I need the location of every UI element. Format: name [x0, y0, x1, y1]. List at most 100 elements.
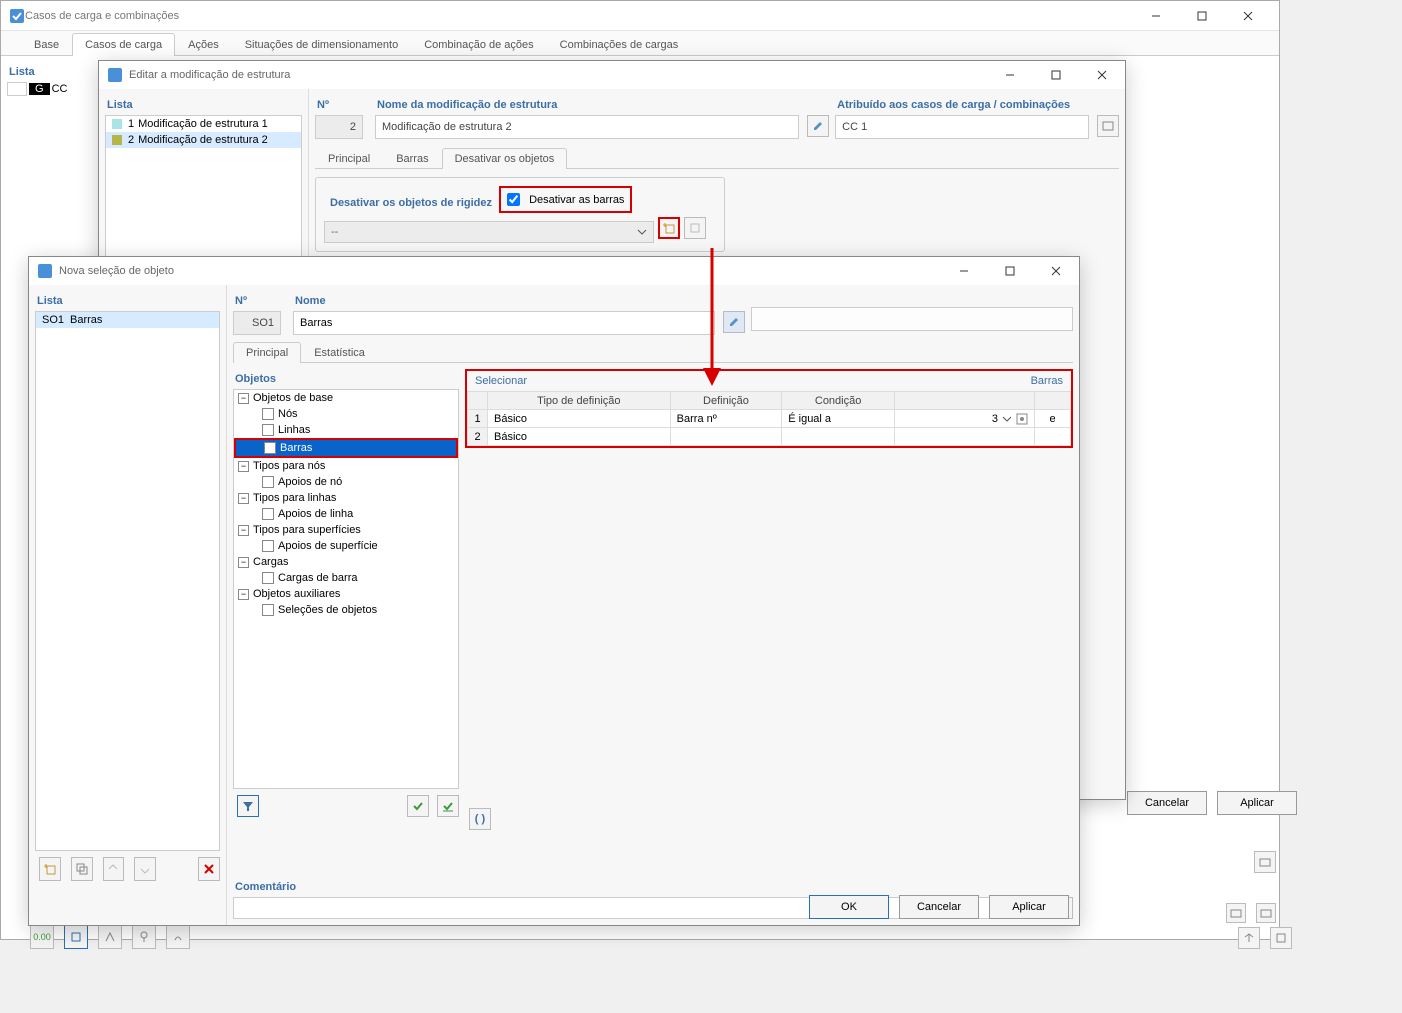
tree-item[interactable]: ✓Barras: [236, 440, 456, 456]
main-titlebar: Casos de carga e combinações: [1, 1, 1279, 31]
tab-combinacao-acoes[interactable]: Combinação de ações: [411, 33, 546, 56]
delete-item-button[interactable]: [198, 857, 220, 881]
side-tool-icon-3[interactable]: [1254, 851, 1276, 873]
tree-group[interactable]: −Tipos para nós: [234, 458, 458, 474]
tab-casos-de-carga[interactable]: Casos de carga: [72, 33, 175, 56]
expander-icon[interactable]: −: [238, 557, 249, 568]
expander-icon[interactable]: −: [238, 393, 249, 404]
ok-button[interactable]: OK: [809, 895, 889, 919]
new-selection-button[interactable]: [658, 217, 680, 239]
list-item[interactable]: 2 Modificação de estrutura 2: [106, 132, 301, 148]
side-tool-icon-1[interactable]: [1226, 903, 1246, 923]
tree-group[interactable]: −Tipos para linhas: [234, 490, 458, 506]
minimize-button[interactable]: [941, 256, 987, 286]
tab-base[interactable]: Base: [21, 33, 72, 56]
tree-group[interactable]: −Cargas: [234, 554, 458, 570]
tab-situacoes[interactable]: Situações de dimensionamento: [232, 33, 411, 56]
copy-item-button[interactable]: [71, 857, 93, 881]
list-item[interactable]: 1 Modificação de estrutura 1: [106, 116, 301, 132]
badge-g: G: [29, 83, 50, 95]
close-button[interactable]: [1079, 60, 1125, 90]
edit-title: Editar a modificação de estrutura: [129, 69, 987, 81]
tree-group[interactable]: −Tipos para superfícies: [234, 522, 458, 538]
bg-cancel-button[interactable]: Cancelar: [1127, 791, 1207, 815]
maximize-button[interactable]: [987, 256, 1033, 286]
balance-icon[interactable]: [1238, 927, 1260, 949]
checkbox[interactable]: [262, 424, 274, 436]
cancel-button[interactable]: Cancelar: [899, 895, 979, 919]
name-field[interactable]: Modificação de estrutura 2: [375, 115, 799, 139]
checkbox[interactable]: [262, 540, 274, 552]
tab-combinacoes-cargas[interactable]: Combinações de cargas: [547, 33, 692, 56]
expander-icon[interactable]: −: [238, 525, 249, 536]
minimize-button[interactable]: [1133, 1, 1179, 31]
tab-estatistica[interactable]: Estatística: [301, 342, 378, 363]
checkbox[interactable]: [262, 408, 274, 420]
side-tool-icon-2[interactable]: [1256, 903, 1276, 923]
tab-principal[interactable]: Principal: [233, 342, 301, 363]
minimize-button[interactable]: [987, 60, 1033, 90]
check-all-button[interactable]: [407, 795, 429, 817]
apply-button[interactable]: Aplicar: [989, 895, 1069, 919]
assigned-picker-button[interactable]: [1097, 115, 1119, 137]
sel-list-header: Lista: [37, 295, 220, 307]
status-tool-4[interactable]: [132, 925, 156, 949]
bracket-tool-button[interactable]: ( ): [469, 808, 491, 830]
tree-item[interactable]: Cargas de barra: [234, 570, 458, 586]
tree-item[interactable]: Nós: [234, 406, 458, 422]
tree-group[interactable]: −Objetos de base: [234, 390, 458, 406]
bg-apply-button[interactable]: Aplicar: [1217, 791, 1297, 815]
expander-icon[interactable]: −: [238, 589, 249, 600]
color-swatch: [112, 119, 122, 129]
tree-item[interactable]: Seleções de objetos: [234, 602, 458, 618]
tab-principal[interactable]: Principal: [315, 148, 383, 169]
checkbox[interactable]: ✓: [264, 442, 276, 454]
tree-item[interactable]: Apoios de nó: [234, 474, 458, 490]
edit-inner-tabs: Principal Barras Desativar os objetos: [315, 147, 1119, 169]
sel-list[interactable]: SO1 Barras: [35, 311, 220, 851]
tab-desativar[interactable]: Desativar os objetos: [442, 148, 568, 169]
select-table[interactable]: Tipo de definição Definição Condição: [467, 391, 1071, 446]
list-item[interactable]: SO1 Barras: [36, 312, 219, 328]
tool-button-1[interactable]: [103, 857, 125, 881]
status-tool-1[interactable]: 0.00: [30, 925, 54, 949]
expander-icon[interactable]: −: [238, 493, 249, 504]
value-cell[interactable]: 3: [992, 413, 998, 425]
deactivate-bars-checkbox[interactable]: [507, 193, 520, 206]
checkbox[interactable]: [262, 476, 274, 488]
tab-acoes[interactable]: Ações: [175, 33, 232, 56]
objects-tree[interactable]: −Objetos de baseNósLinhas ✓Barras −Tipos p…: [233, 389, 459, 789]
picker-icon[interactable]: [1016, 413, 1028, 425]
table-row[interactable]: 1 Básico Barra nº É igual a 3: [468, 410, 1071, 428]
tab-barras[interactable]: Barras: [383, 148, 441, 169]
uncheck-all-button[interactable]: [437, 795, 459, 817]
edit-selection-button[interactable]: [684, 217, 706, 239]
close-button[interactable]: [1033, 256, 1079, 286]
tree-item[interactable]: Apoios de linha: [234, 506, 458, 522]
no-label: Nº: [317, 99, 369, 111]
table-row[interactable]: 2 Básico: [468, 428, 1071, 446]
anchor-icon[interactable]: [1270, 927, 1292, 949]
maximize-button[interactable]: [1033, 60, 1079, 90]
tool-button-2[interactable]: [134, 857, 156, 881]
status-tool-2[interactable]: [64, 925, 88, 949]
edit-name-button[interactable]: [807, 115, 829, 137]
comment-label: Comentário: [235, 881, 1073, 893]
tree-item[interactable]: Apoios de superfície: [234, 538, 458, 554]
tree-item[interactable]: Linhas: [234, 422, 458, 438]
edit-name-button[interactable]: [723, 311, 745, 333]
deactivate-combo[interactable]: --: [324, 221, 654, 243]
sel-name-field[interactable]: Barras: [293, 311, 715, 335]
tree-group[interactable]: −Objetos auxiliares: [234, 586, 458, 602]
status-tool-5[interactable]: [166, 925, 190, 949]
close-button[interactable]: [1225, 1, 1271, 31]
assigned-label: Atribuído aos casos de carga / combinaçõ…: [837, 99, 1119, 111]
checkbox[interactable]: [262, 508, 274, 520]
checkbox[interactable]: [262, 572, 274, 584]
new-item-button[interactable]: [39, 857, 61, 881]
filter-button[interactable]: [237, 795, 259, 817]
checkbox[interactable]: [262, 604, 274, 616]
status-tool-3[interactable]: [98, 925, 122, 949]
maximize-button[interactable]: [1179, 1, 1225, 31]
expander-icon[interactable]: −: [238, 461, 249, 472]
